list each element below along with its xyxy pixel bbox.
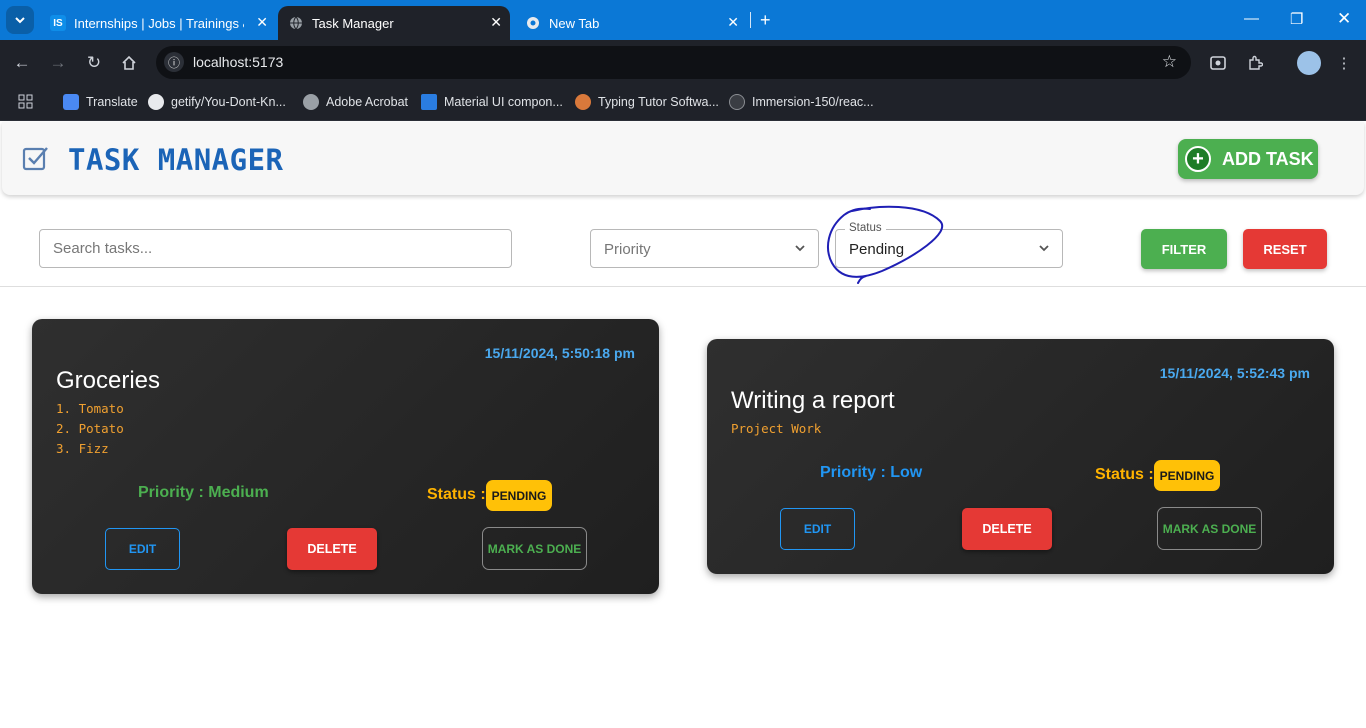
- bookmark-label: Material UI compon...: [444, 95, 563, 109]
- bookmark-label: getify/You-Dont-Kn...: [171, 95, 286, 109]
- bookmark-adobe-acrobat[interactable]: Adobe Acrobat: [303, 94, 408, 110]
- task-date: 15/11/2024, 5:50:18 pm: [484, 345, 635, 361]
- site-info-icon[interactable]: ⓘ: [164, 52, 184, 72]
- chevron-down-icon: [795, 245, 805, 252]
- task-status-label: Status :: [1095, 466, 1154, 483]
- restore-icon[interactable]: ❐: [1290, 10, 1303, 28]
- close-tab-icon[interactable]: ✕: [727, 14, 739, 31]
- delete-button[interactable]: DELETE: [287, 528, 377, 570]
- add-circle-icon: +: [1185, 146, 1211, 172]
- status-badge: PENDING: [1154, 460, 1220, 491]
- extensions-puzzle-icon[interactable]: [1244, 52, 1266, 74]
- mui-icon: [421, 94, 437, 110]
- bookmark-label: Adobe Acrobat: [326, 95, 409, 109]
- search-input[interactable]: [40, 230, 511, 267]
- edit-button[interactable]: EDIT: [105, 528, 180, 570]
- bookmark-label: Translate: [86, 95, 138, 109]
- status-badge: PENDING: [486, 480, 552, 511]
- task-status-label: Status :: [427, 486, 486, 503]
- edit-button[interactable]: EDIT: [780, 508, 855, 550]
- add-task-button[interactable]: + ADD TASK: [1178, 139, 1318, 179]
- description-line: 3. Fizz: [56, 441, 109, 456]
- forward-arrow-icon[interactable]: →: [47, 52, 69, 74]
- task-checkbox-icon: [22, 147, 48, 171]
- reset-button[interactable]: RESET: [1243, 229, 1327, 269]
- filter-divider: [0, 286, 1366, 287]
- task-description: 1. Tomato 2. Potato 3. Fizz: [56, 399, 124, 459]
- task-description: Project Work: [731, 419, 821, 439]
- typing-icon: [575, 94, 591, 110]
- tab-title: Task Manager: [312, 15, 394, 31]
- globe-icon: [303, 94, 319, 110]
- bookmark-label: Typing Tutor Softwa...: [598, 95, 719, 109]
- filter-button[interactable]: FILTER: [1141, 229, 1227, 269]
- home-icon[interactable]: [118, 52, 140, 74]
- bookmark-typing-tutor[interactable]: Typing Tutor Softwa...: [575, 94, 719, 110]
- chevron-down-icon: [1039, 245, 1049, 252]
- tab-task-manager[interactable]: Task Manager ✕: [278, 6, 510, 40]
- task-title: Writing a report: [731, 387, 895, 414]
- task-title: Groceries: [56, 367, 161, 394]
- task-card: 15/11/2024, 5:52:43 pm Writing a report …: [707, 339, 1334, 574]
- browser-tab-bar: IS Internships | Jobs | Trainings & I ✕ …: [0, 0, 1366, 40]
- description-line: 2. Potato: [56, 421, 124, 436]
- bookmark-star-icon[interactable]: ☆: [1162, 52, 1177, 72]
- chrome-icon: [525, 15, 541, 31]
- internshala-favicon-icon: IS: [50, 15, 66, 31]
- status-select[interactable]: Status Pending: [835, 222, 1063, 268]
- menu-kebab-icon[interactable]: ⋮: [1333, 52, 1355, 74]
- search-field[interactable]: [39, 229, 512, 268]
- tab-title: New Tab: [549, 15, 600, 31]
- priority-select[interactable]: Priority: [590, 229, 819, 268]
- close-tab-icon[interactable]: ✕: [490, 14, 502, 31]
- github-icon: [148, 94, 164, 110]
- tab-search-chevron-icon[interactable]: [6, 6, 34, 34]
- status-selected-value: Pending: [849, 241, 905, 258]
- add-task-label: ADD TASK: [1222, 148, 1314, 169]
- close-window-icon[interactable]: ✕: [1337, 9, 1351, 29]
- translate-icon: [63, 94, 79, 110]
- bookmark-label: Immersion-150/reac...: [752, 95, 874, 109]
- app-header: TASK MANAGER + ADD TASK: [2, 122, 1364, 195]
- task-priority: Priority : Low: [820, 464, 923, 481]
- app-title: TASK MANAGER: [68, 143, 284, 177]
- url-text[interactable]: localhost:5173: [193, 54, 283, 70]
- tab-new-tab[interactable]: New Tab ✕: [515, 6, 747, 40]
- mark-as-done-button[interactable]: MARK AS DONE: [1157, 507, 1262, 550]
- bookmarks-bar: Translate getify/You-Dont-Kn... Adobe Ac…: [0, 86, 1366, 121]
- description-line: 1. Tomato: [56, 401, 124, 416]
- apps-grid-icon[interactable]: [18, 94, 33, 109]
- status-select-label: Status: [845, 222, 886, 234]
- task-priority: Priority : Medium: [138, 484, 269, 501]
- bookmark-immersion[interactable]: Immersion-150/reac...: [729, 94, 874, 110]
- address-bar[interactable]: ⓘ localhost:5173 ☆: [156, 46, 1191, 79]
- tab-title: Internships | Jobs | Trainings & I: [74, 15, 244, 31]
- bookmark-material-ui[interactable]: Material UI compon...: [421, 94, 563, 110]
- priority-placeholder: Priority: [604, 241, 651, 258]
- github-icon: [729, 94, 745, 110]
- description-line: Project Work: [731, 421, 822, 436]
- profile-avatar[interactable]: [1297, 51, 1321, 75]
- close-tab-icon[interactable]: ✕: [256, 14, 268, 31]
- back-arrow-icon[interactable]: ←: [11, 52, 33, 74]
- globe-icon: [288, 15, 304, 31]
- bookmark-getify[interactable]: getify/You-Dont-Kn...: [148, 94, 286, 110]
- tab-internships[interactable]: IS Internships | Jobs | Trainings & I ✕: [40, 6, 276, 40]
- minimize-icon[interactable]: —: [1244, 10, 1259, 27]
- new-tab-plus-icon[interactable]: +: [760, 10, 771, 31]
- mark-as-done-button[interactable]: MARK AS DONE: [482, 527, 587, 570]
- bookmark-translate[interactable]: Translate: [63, 94, 138, 110]
- browser-toolbar: ← → ↻ ⓘ localhost:5173 ☆ ⋮: [0, 40, 1366, 86]
- screen-cast-icon[interactable]: [1207, 52, 1229, 74]
- tab-divider: [750, 12, 751, 28]
- delete-button[interactable]: DELETE: [962, 508, 1052, 550]
- reload-icon[interactable]: ↻: [83, 52, 105, 74]
- task-date: 15/11/2024, 5:52:43 pm: [1159, 365, 1310, 381]
- task-card: 15/11/2024, 5:50:18 pm Groceries 1. Toma…: [32, 319, 659, 594]
